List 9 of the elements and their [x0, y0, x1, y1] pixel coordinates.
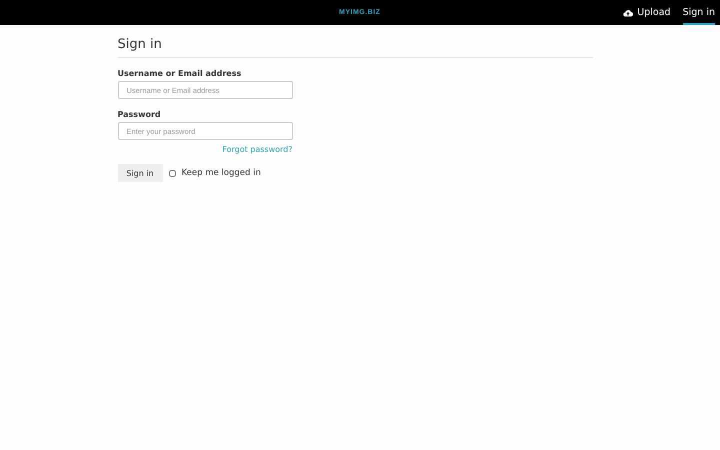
cloud-upload-icon — [623, 8, 634, 16]
remember-label: Keep me logged in — [182, 168, 261, 178]
field-label: Password — [118, 110, 162, 119]
sign-in-link[interactable]: Sign in — [682, 0, 715, 25]
page-title: Sign in — [118, 37, 592, 58]
upload-link[interactable]: Upload — [623, 0, 671, 25]
sign-in-button[interactable]: Sign in — [118, 164, 162, 182]
field-label: Username or Email address — [118, 69, 242, 78]
remember-checkbox[interactable] — [168, 170, 176, 176]
